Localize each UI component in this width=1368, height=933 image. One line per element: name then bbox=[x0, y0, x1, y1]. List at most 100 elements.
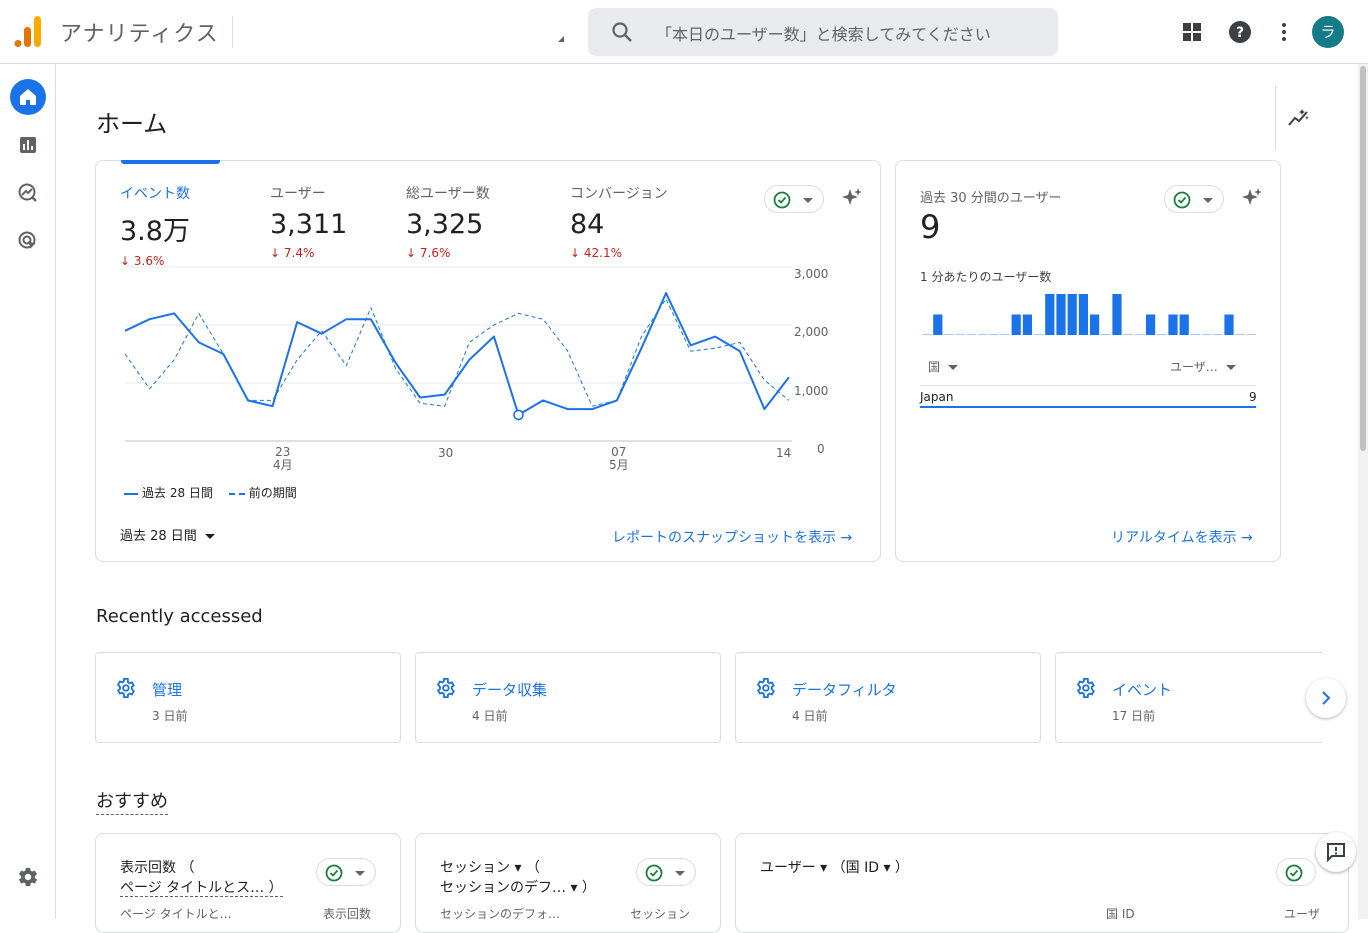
recommended-card bbox=[735, 833, 1349, 933]
column-header: ページ タイトルと… bbox=[120, 907, 232, 921]
chart-legend: 過去 28 日間 前の期間 bbox=[124, 484, 297, 501]
nav-admin[interactable] bbox=[10, 859, 46, 895]
minute-bar bbox=[1078, 294, 1088, 335]
minute-bar bbox=[933, 314, 943, 335]
card-title[interactable]: ユーザー ▾ （国 ID ▾ ） bbox=[760, 858, 909, 878]
column-header: 国 ID bbox=[1106, 907, 1135, 921]
minute-bar bbox=[1246, 334, 1256, 335]
section-title-recommended: おすすめ bbox=[96, 787, 168, 815]
page-scrollbar[interactable] bbox=[1358, 64, 1368, 919]
series-line-previous bbox=[124, 298, 790, 407]
x-tick-label: 30 bbox=[438, 446, 454, 460]
recent-item-time: 4 日前 bbox=[472, 709, 508, 723]
settings-gear-icon bbox=[116, 677, 135, 699]
minute-bar bbox=[978, 334, 988, 335]
card-title[interactable]: 表示回数 （ページ タイトルとス… ） bbox=[120, 858, 283, 898]
column-header-country[interactable]: 国 bbox=[928, 358, 958, 375]
realtime-label: 過去 30 分間のユーザー bbox=[920, 191, 1062, 206]
minute-bar bbox=[1235, 334, 1245, 335]
settings-gear-icon bbox=[19, 867, 37, 887]
minute-bar bbox=[922, 334, 932, 335]
minute-bar bbox=[1000, 334, 1010, 335]
recent-item-name[interactable]: データフィルタ bbox=[792, 679, 897, 700]
minute-bar bbox=[1190, 334, 1200, 335]
trend-chart[interactable] bbox=[0, 0, 900, 480]
chevron-down-icon bbox=[675, 871, 685, 876]
minute-bar bbox=[1112, 294, 1122, 335]
date-range-dropdown[interactable]: 過去 28 日間 bbox=[120, 525, 215, 544]
legend-solid-swatch bbox=[124, 492, 138, 495]
caret-down-icon bbox=[947, 365, 958, 370]
recent-item-name[interactable]: 管理 bbox=[152, 679, 182, 700]
data-point-marker bbox=[513, 409, 524, 421]
insights-icon[interactable] bbox=[1287, 106, 1311, 130]
arrow-right-icon: → bbox=[840, 530, 853, 546]
recent-item-time: 17 日前 bbox=[1112, 709, 1156, 723]
apps-grid-icon[interactable] bbox=[1180, 20, 1204, 44]
compare-status-dropdown[interactable] bbox=[316, 858, 376, 886]
section-title-recent: Recently accessed bbox=[96, 606, 263, 627]
chevron-down-icon bbox=[1203, 198, 1213, 203]
recent-item-time: 3 日前 bbox=[152, 709, 188, 723]
minute-bar bbox=[1146, 314, 1156, 335]
account-avatar[interactable]: ラ bbox=[1312, 16, 1344, 48]
svg-text:?: ? bbox=[1236, 25, 1244, 41]
column-header-users[interactable]: ユーザ… bbox=[1170, 358, 1236, 375]
realtime-users-value: 9 bbox=[920, 208, 941, 246]
minute-bar bbox=[1157, 334, 1167, 335]
view-realtime-link[interactable]: リアルタイムを表示 → bbox=[1111, 527, 1253, 547]
column-header: ユーザ bbox=[1284, 907, 1320, 921]
arrow-right-icon: → bbox=[1241, 530, 1253, 546]
series-line-current bbox=[124, 292, 790, 416]
settings-gear-icon bbox=[1076, 677, 1095, 699]
compare-status-dropdown[interactable] bbox=[1164, 185, 1224, 213]
minute-bar bbox=[1213, 334, 1223, 335]
country-cell: Japan bbox=[920, 390, 954, 404]
column-header: セッションのデフォ… bbox=[440, 907, 561, 921]
card-title[interactable]: セッション ▾ （セッションのデフ… ▾ ） bbox=[440, 858, 596, 898]
sparkle-icon[interactable] bbox=[1240, 186, 1264, 210]
per-minute-bar-chart[interactable] bbox=[920, 290, 1256, 338]
carousel-next-button[interactable] bbox=[1306, 678, 1346, 718]
x-tick-label: 14 bbox=[776, 446, 792, 460]
recent-item-card[interactable]: 管理 3 日前 bbox=[95, 652, 401, 743]
minute-bar bbox=[1179, 314, 1189, 335]
recent-item-name[interactable]: イベント bbox=[1112, 679, 1172, 700]
compare-status-dropdown[interactable] bbox=[636, 858, 696, 886]
scrollbar-thumb[interactable] bbox=[1360, 66, 1366, 451]
check-circle-icon bbox=[645, 864, 663, 882]
recent-item-card[interactable]: データフィルタ 4 日前 bbox=[735, 652, 1041, 743]
chevron-down-icon bbox=[355, 871, 365, 876]
chevron-right-icon bbox=[1322, 691, 1331, 705]
help-icon[interactable]: ? bbox=[1228, 20, 1252, 44]
minute-bar bbox=[1224, 314, 1234, 335]
minute-bar bbox=[1123, 334, 1133, 335]
compare-status-dropdown[interactable] bbox=[1276, 858, 1316, 886]
recent-item-card[interactable]: データ収集 4 日前 bbox=[415, 652, 721, 743]
check-circle-icon bbox=[1285, 864, 1303, 882]
settings-gear-icon bbox=[436, 677, 455, 699]
feedback-icon bbox=[1327, 843, 1345, 862]
users-cell: 9 bbox=[1249, 390, 1257, 404]
minute-bar bbox=[1067, 294, 1077, 335]
minute-bar bbox=[955, 334, 965, 335]
recent-item-name[interactable]: データ収集 bbox=[472, 679, 547, 700]
minute-bar bbox=[1022, 314, 1032, 335]
minute-bar bbox=[1011, 314, 1021, 335]
view-snapshot-link[interactable]: レポートのスナップショットを表示 → bbox=[612, 527, 852, 547]
minute-bar bbox=[944, 334, 954, 335]
minute-bar bbox=[1034, 334, 1044, 335]
feedback-button[interactable] bbox=[1316, 832, 1356, 872]
check-circle-icon bbox=[1173, 191, 1191, 209]
settings-gear-icon bbox=[756, 677, 775, 699]
minute-bar bbox=[966, 334, 976, 335]
column-header: 表示回数 bbox=[323, 907, 372, 921]
minute-bar bbox=[1045, 294, 1055, 335]
column-header: セッション bbox=[630, 907, 691, 921]
divider bbox=[1275, 86, 1276, 150]
minute-bar bbox=[1090, 314, 1100, 335]
more-vert-icon[interactable] bbox=[1272, 20, 1296, 44]
x-tick-label: 07 5月 bbox=[609, 445, 629, 472]
minute-bar bbox=[1056, 294, 1066, 335]
y-tick-label: 1,000 bbox=[794, 384, 829, 398]
